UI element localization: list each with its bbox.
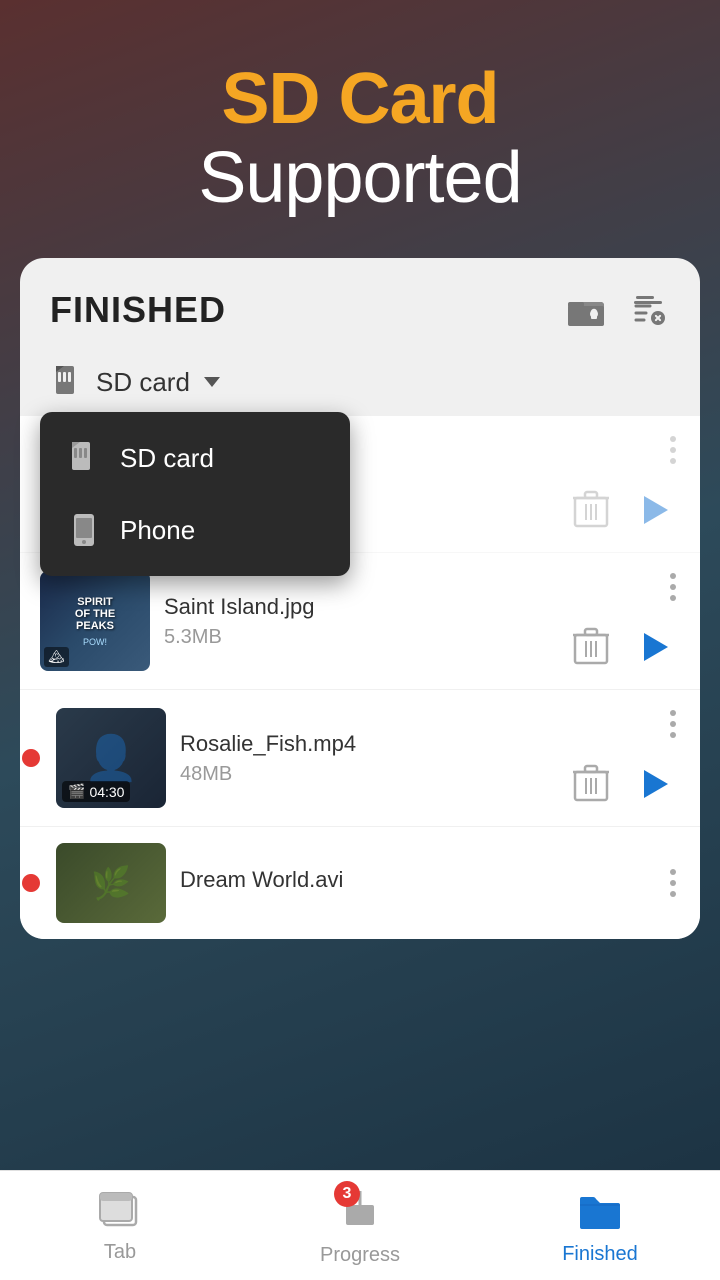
play-icon: [644, 496, 668, 524]
tab-icon: [96, 1187, 144, 1235]
file-more-button[interactable]: [666, 569, 680, 605]
file-bottom-actions: [568, 621, 680, 673]
finished-folder-icon: [574, 1185, 626, 1237]
main-card: FINISHED: [20, 258, 700, 939]
sd-card-icon: [50, 364, 86, 400]
dot3: [670, 458, 676, 464]
file-delete-button[interactable]: [568, 624, 614, 670]
file-thumbnail: 👤 🎬 04:30: [56, 708, 166, 808]
dropdown-item-phone[interactable]: Phone: [40, 494, 350, 566]
file-size: 48MB: [180, 763, 554, 786]
dot1: [670, 573, 676, 579]
card-title: FINISHED: [50, 289, 226, 331]
trash-icon: [573, 627, 609, 667]
file-actions: [666, 865, 680, 901]
dot1: [670, 710, 676, 716]
sd-card-option-icon: [66, 440, 102, 476]
file-name: Rosalie_Fish.mp4: [180, 731, 554, 757]
progress-badge: 3: [334, 1181, 360, 1207]
status-indicator: [22, 749, 40, 767]
dot3: [670, 595, 676, 601]
location-dropdown: SD card Phone: [40, 412, 350, 576]
file-more-button[interactable]: [666, 706, 680, 742]
hero-line1: SD Card: [20, 60, 700, 139]
delete-list-icon: [626, 288, 670, 332]
file-bottom-actions: [568, 758, 680, 810]
dot2: [670, 721, 676, 727]
file-info: Rosalie_Fish.mp4 48MB: [180, 731, 554, 786]
play-icon: [644, 633, 668, 661]
file-info: Saint Island.jpg 5.3MB: [164, 594, 554, 649]
file-bottom-actions: [568, 484, 680, 536]
file-delete-button[interactable]: [568, 487, 614, 533]
phone-option-icon: [66, 512, 102, 548]
nav-progress-label: Progress: [320, 1244, 400, 1267]
dot3: [670, 891, 676, 897]
dot1: [670, 436, 676, 442]
file-play-button[interactable]: [628, 484, 680, 536]
file-name: Saint Island.jpg: [164, 594, 554, 620]
file-delete-button[interactable]: [568, 761, 614, 807]
hero-section: SD Card Supported: [0, 0, 720, 258]
dot2: [670, 880, 676, 886]
trash-icon: [573, 490, 609, 530]
file-more-button[interactable]: [666, 432, 680, 468]
nav-finished-label: Finished: [562, 1243, 638, 1266]
file-info: Dream World.avi: [180, 867, 652, 899]
nav-item-tab[interactable]: Tab: [50, 1187, 190, 1264]
table-row: 👤 🎬 04:30 Rosalie_Fish.mp4 48MB: [20, 690, 700, 827]
file-actions: [568, 706, 680, 810]
file-more-button[interactable]: [666, 865, 680, 901]
card-header: FINISHED: [20, 258, 700, 352]
file-actions: [568, 432, 680, 536]
folder-lock-button[interactable]: [564, 288, 608, 332]
dot1: [670, 869, 676, 875]
bottom-navigation: Tab 3 Progress Finished: [0, 1170, 720, 1280]
location-selector[interactable]: SD card: [50, 364, 220, 400]
hero-line2: Supported: [20, 139, 700, 218]
file-play-button[interactable]: [628, 758, 680, 810]
dot2: [670, 447, 676, 453]
file-thumbnail: 🌿: [56, 843, 166, 923]
dot2: [670, 584, 676, 590]
table-row: 🌿 Dream World.avi: [20, 827, 700, 939]
file-play-button[interactable]: [628, 621, 680, 673]
file-size: 5.3MB: [164, 626, 554, 649]
play-icon: [644, 770, 668, 798]
thumb-overlay: 🎬 04:30: [62, 781, 130, 802]
dot3: [670, 732, 676, 738]
file-name: Dream World.avi: [180, 867, 652, 893]
dropdown-item-sdcard[interactable]: SD card: [40, 422, 350, 494]
status-indicator: [22, 874, 40, 892]
file-actions: [568, 569, 680, 673]
dropdown-phone-label: Phone: [120, 515, 195, 546]
header-actions: [564, 288, 670, 332]
location-label: SD card: [96, 367, 190, 398]
delete-list-button[interactable]: [626, 288, 670, 332]
folder-lock-icon: [564, 288, 608, 332]
dropdown-sdcard-label: SD card: [120, 443, 214, 474]
location-bar: SD card SD card: [20, 352, 700, 416]
nav-item-finished[interactable]: Finished: [530, 1185, 670, 1266]
nav-item-progress[interactable]: 3 Progress: [290, 1185, 430, 1267]
trash-icon: [573, 764, 609, 804]
file-thumbnail: SPIRITOF THEPEAKS POW! 🏔: [40, 571, 150, 671]
chevron-down-icon: [204, 377, 220, 387]
nav-tab-label: Tab: [104, 1241, 136, 1264]
